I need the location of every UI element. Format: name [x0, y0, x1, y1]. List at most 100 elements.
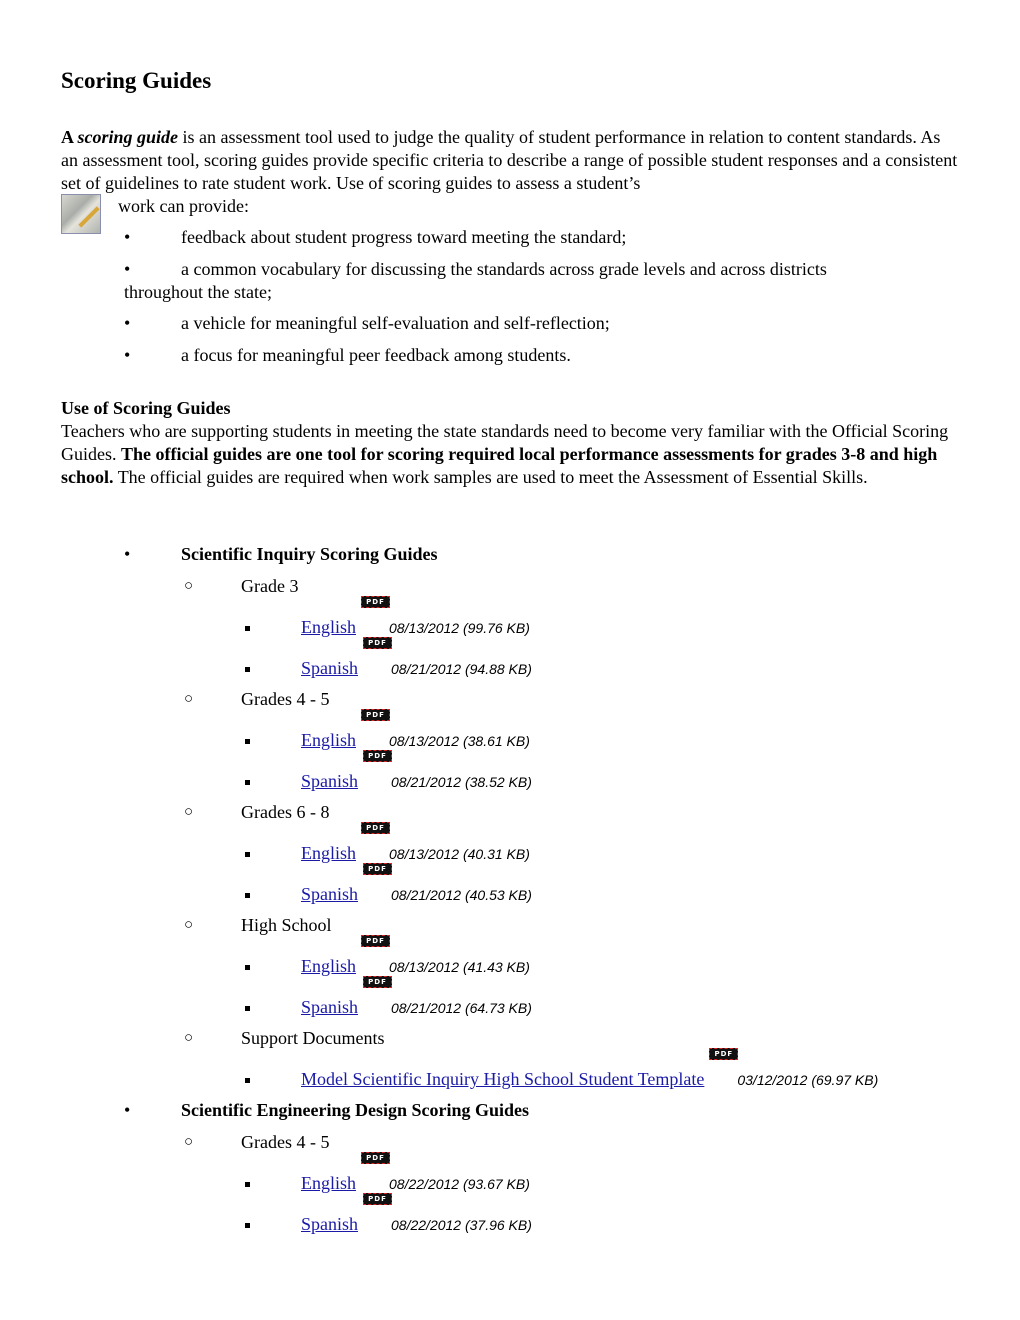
- file-link[interactable]: English: [301, 843, 356, 863]
- square-bullet-icon: [245, 1182, 250, 1188]
- file-date-size: 08/21/2012 (64.73 KB): [391, 1000, 532, 1016]
- circle-bullet-icon: ○: [184, 578, 194, 594]
- group-title: High School: [241, 915, 332, 935]
- group-title: Grades 4 - 5: [241, 1132, 330, 1152]
- use-heading: Use of Scoring Guides: [61, 398, 231, 418]
- link-wrapper: English PDF: [301, 1152, 391, 1194]
- file-link[interactable]: English: [301, 730, 356, 750]
- file-item: Spanish PDF 08/21/2012 (40.53 KB): [245, 863, 532, 906]
- square-bullet-icon: [245, 739, 250, 745]
- bullet-icon: •: [124, 313, 131, 333]
- file-item: Spanish PDF 08/21/2012 (64.73 KB): [245, 976, 532, 1019]
- file-link[interactable]: Spanish: [301, 771, 358, 791]
- intro-term: scoring guide: [77, 127, 179, 147]
- benefit-item: a vehicle for meaningful self-evaluation…: [181, 313, 610, 333]
- link-wrapper: English PDF: [301, 935, 391, 977]
- square-bullet-icon: [245, 626, 250, 632]
- circle-bullet-icon: ○: [184, 1030, 194, 1046]
- link-wrapper: Model Scientific Inquiry High School Stu…: [301, 1048, 739, 1090]
- pdf-icon: PDF: [709, 1048, 739, 1060]
- file-item: Spanish PDF 08/22/2012 (37.96 KB): [245, 1193, 532, 1236]
- benefit-item: feedback about student progress toward m…: [181, 227, 627, 247]
- file-date-size: 08/22/2012 (93.67 KB): [389, 1176, 530, 1192]
- benefit-continuation: throughout the state;: [124, 282, 272, 302]
- intro-paragraph: A scoring guide is an assessment tool us…: [61, 126, 961, 218]
- link-wrapper: English PDF: [301, 596, 391, 638]
- pdf-icon: PDF: [361, 822, 391, 834]
- file-link[interactable]: Model Scientific Inquiry High School Stu…: [301, 1069, 704, 1089]
- file-date-size: 08/13/2012 (99.76 KB): [389, 620, 530, 636]
- bullet-icon: •: [124, 345, 131, 365]
- square-bullet-icon: [245, 1006, 250, 1012]
- pdf-icon: PDF: [361, 596, 391, 608]
- file-date-size: 08/21/2012 (40.53 KB): [391, 887, 532, 903]
- square-bullet-icon: [245, 1223, 250, 1229]
- file-item: English PDF 08/13/2012 (41.43 KB): [245, 935, 530, 978]
- page: Scoring Guides A scoring guide is an ass…: [0, 0, 1020, 1320]
- file-item: English PDF 08/13/2012 (40.31 KB): [245, 822, 530, 865]
- bullet-icon: •: [124, 227, 131, 247]
- pdf-icon: PDF: [361, 1152, 391, 1164]
- link-wrapper: English PDF: [301, 822, 391, 864]
- file-date-size: 03/12/2012 (69.97 KB): [737, 1072, 879, 1088]
- file-link[interactable]: English: [301, 1173, 356, 1193]
- pdf-icon: PDF: [363, 637, 393, 649]
- square-bullet-icon: [245, 667, 250, 673]
- file-item: Model Scientific Inquiry High School Stu…: [245, 1048, 879, 1091]
- link-wrapper: English PDF: [301, 709, 391, 751]
- file-date-size: 08/13/2012 (38.61 KB): [389, 733, 530, 749]
- file-link[interactable]: Spanish: [301, 1214, 358, 1234]
- pdf-icon: PDF: [363, 976, 393, 988]
- file-item: Spanish PDF 08/21/2012 (94.88 KB): [245, 637, 532, 680]
- square-bullet-icon: [245, 780, 250, 786]
- benefit-item: a common vocabulary for discussing the s…: [181, 259, 827, 279]
- square-bullet-icon: [245, 965, 250, 971]
- link-wrapper: Spanish PDF: [301, 637, 393, 679]
- circle-bullet-icon: ○: [184, 1134, 194, 1150]
- pdf-icon: PDF: [363, 750, 393, 762]
- square-bullet-icon: [245, 852, 250, 858]
- circle-bullet-icon: ○: [184, 804, 194, 820]
- pdf-icon: PDF: [363, 863, 393, 875]
- link-wrapper: Spanish PDF: [301, 863, 393, 905]
- use-section: Use of Scoring Guides Teachers who are su…: [61, 397, 961, 489]
- section-title: Scientific Engineering Design Scoring Gu…: [181, 1100, 530, 1120]
- pdf-icon: PDF: [361, 709, 391, 721]
- file-item: Spanish PDF 08/21/2012 (38.52 KB): [245, 750, 532, 793]
- intro-text: is an assessment tool used to judge the …: [61, 127, 958, 193]
- square-bullet-icon: [245, 893, 250, 899]
- file-date-size: 08/13/2012 (40.31 KB): [389, 846, 530, 862]
- section-title: Scientific Inquiry Scoring Guides: [181, 544, 438, 564]
- intro-lead: A: [61, 127, 78, 147]
- link-wrapper: Spanish PDF: [301, 976, 393, 1018]
- file-link[interactable]: Spanish: [301, 997, 358, 1017]
- use-text2: The official guides are required when wo…: [113, 467, 868, 487]
- file-item: English PDF 08/22/2012 (93.67 KB): [245, 1152, 530, 1195]
- file-date-size: 08/21/2012 (94.88 KB): [391, 661, 532, 677]
- group-title: Grades 4 - 5: [241, 689, 330, 709]
- pdf-icon: PDF: [361, 935, 391, 947]
- group-title: Grades 6 - 8: [241, 802, 330, 822]
- group-title: Grade 3: [241, 576, 299, 596]
- file-item: English PDF 08/13/2012 (38.61 KB): [245, 709, 530, 752]
- file-link[interactable]: Spanish: [301, 884, 358, 904]
- pdf-icon: PDF: [363, 1193, 393, 1205]
- page-title: Scoring Guides: [61, 68, 212, 93]
- bullet-icon: •: [124, 1100, 131, 1120]
- circle-bullet-icon: ○: [184, 691, 194, 707]
- bullet-icon: •: [124, 544, 131, 564]
- link-wrapper: Spanish PDF: [301, 750, 393, 792]
- circle-bullet-icon: ○: [184, 917, 194, 933]
- file-link[interactable]: English: [301, 617, 356, 637]
- file-link[interactable]: English: [301, 956, 356, 976]
- link-wrapper: Spanish PDF: [301, 1193, 393, 1235]
- file-date-size: 08/13/2012 (41.43 KB): [389, 959, 530, 975]
- square-bullet-icon: [245, 1078, 250, 1084]
- file-date-size: 08/22/2012 (37.96 KB): [391, 1217, 532, 1233]
- file-link[interactable]: Spanish: [301, 658, 358, 678]
- group-title: Support Documents: [241, 1028, 385, 1048]
- pencil-image: [61, 194, 101, 234]
- bullet-icon: •: [124, 259, 131, 279]
- file-date-size: 08/21/2012 (38.52 KB): [391, 774, 532, 790]
- file-item: English PDF 08/13/2012 (99.76 KB): [245, 596, 530, 639]
